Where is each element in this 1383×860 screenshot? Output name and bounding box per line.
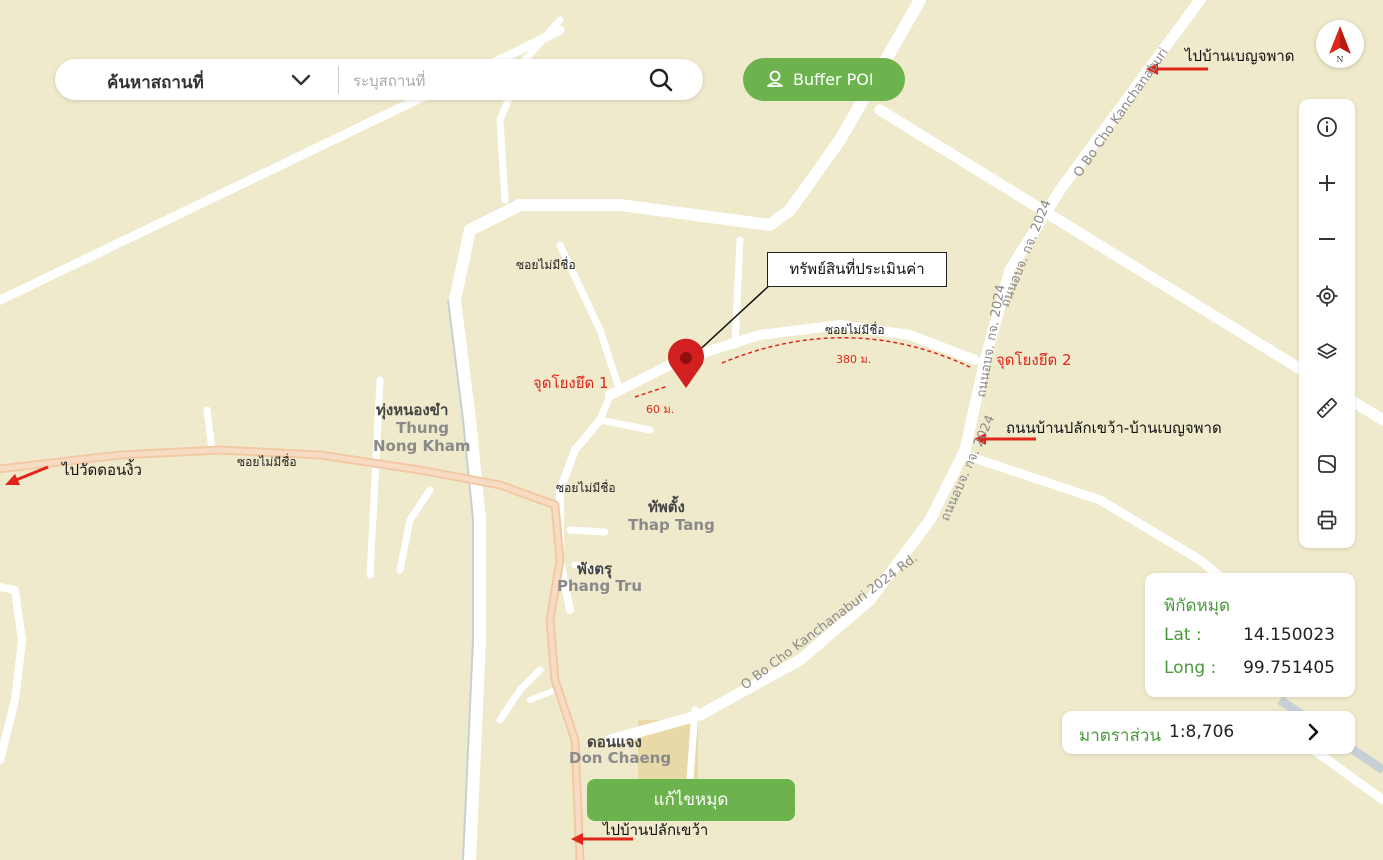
- svg-text:N: N: [1337, 55, 1344, 64]
- layers-icon: [1317, 343, 1337, 359]
- person-pin-icon: [767, 70, 783, 87]
- compass-button[interactable]: N: [1316, 20, 1364, 68]
- locate-icon: [1316, 285, 1338, 307]
- long-label: Long :: [1164, 658, 1217, 678]
- soi-label: ซอยไม่มีชื่อ: [556, 481, 616, 495]
- road: [566, 526, 609, 536]
- to-benjaphat-annotation: ไปบ้านเบญจพาด: [1185, 47, 1295, 65]
- chevron-right-icon[interactable]: [1302, 721, 1324, 743]
- search-divider: [338, 66, 339, 94]
- zoom-in-icon: [1319, 175, 1335, 191]
- to-plak-khwao-annotation: ไปบ้านปลักเขว้า: [603, 821, 709, 839]
- scale-value: 1:8,706: [1169, 722, 1235, 742]
- place-label-thung-nong-kham-en1: Thung: [396, 419, 450, 437]
- place-label-don-chaeng-en: Don Chaeng: [569, 749, 672, 767]
- info-icon: [1317, 117, 1337, 137]
- road-name-annotation: ถนนบ้านปลักเขว้า-บ้านเบญจพาด: [1006, 419, 1222, 437]
- buffer-poi-button[interactable]: Buffer POI: [743, 58, 905, 101]
- north-arrow-icon: N: [1329, 26, 1351, 64]
- map-style-icon: [1318, 455, 1336, 473]
- soi-label: ซอยไม่มีชื่อ: [516, 258, 576, 272]
- place-label-phang-tru-en: Phang Tru: [557, 577, 643, 595]
- search-input[interactable]: [351, 67, 635, 95]
- place-label-thap-tang-en: Thap Tang: [628, 516, 715, 534]
- asset-callout: ทรัพย์สินที่ประเมินค่า: [767, 252, 947, 287]
- distance-label-2: 380 ม.: [836, 353, 872, 366]
- zoom-out-button[interactable]: [1307, 219, 1347, 259]
- tie-point-2-label: จุดโยงยึด 2: [996, 351, 1072, 369]
- scale-label: มาตราส่วน: [1079, 726, 1162, 746]
- road: [203, 406, 216, 454]
- measure-icon: [1317, 398, 1337, 418]
- search-icon[interactable]: [648, 67, 674, 93]
- map-style-button[interactable]: [1307, 444, 1347, 484]
- zoom-in-button[interactable]: [1307, 163, 1347, 203]
- to-wat-don-ngio-annotation: ไปวัดดอนงิ้ว: [62, 461, 142, 479]
- coordinates-title: พิกัดหมุด: [1164, 596, 1230, 616]
- search-category-select[interactable]: ค้นหาสถานที่: [107, 69, 204, 96]
- measure-button[interactable]: [1307, 388, 1347, 428]
- print-icon: [1317, 510, 1337, 530]
- road: [686, 706, 699, 784]
- lat-value: 14.150023: [1243, 625, 1335, 645]
- soi-label: ซอยไม่มีชื่อ: [825, 323, 885, 337]
- scale-panel[interactable]: มาตราส่วน 1:8,706: [1062, 711, 1355, 754]
- long-value: 99.751405: [1243, 658, 1335, 678]
- map-toolbar: [1299, 99, 1355, 548]
- zoom-out-icon: [1319, 238, 1335, 240]
- edit-pin-button[interactable]: แก้ไขหมุด: [587, 779, 795, 821]
- search-bar: ค้นหาสถานที่: [55, 59, 703, 100]
- soi-label: ซอยไม่มีชื่อ: [237, 455, 297, 469]
- layers-button[interactable]: [1307, 332, 1347, 372]
- lat-label: Lat :: [1164, 625, 1202, 645]
- place-label-thung-nong-kham-en2: Nong Kham: [373, 437, 471, 455]
- buffer-poi-label: Buffer POI: [793, 70, 874, 89]
- coordinates-panel: พิกัดหมุด Lat : 14.150023 Long : 99.7514…: [1145, 573, 1355, 697]
- tie-point-1-label: จุดโยงยึด 1: [533, 374, 609, 392]
- distance-label-1: 60 ม.: [646, 403, 675, 416]
- info-button[interactable]: [1307, 107, 1347, 147]
- chevron-down-icon[interactable]: [290, 70, 312, 90]
- road: [731, 236, 744, 349]
- locate-button[interactable]: [1307, 276, 1347, 316]
- print-button[interactable]: [1307, 500, 1347, 540]
